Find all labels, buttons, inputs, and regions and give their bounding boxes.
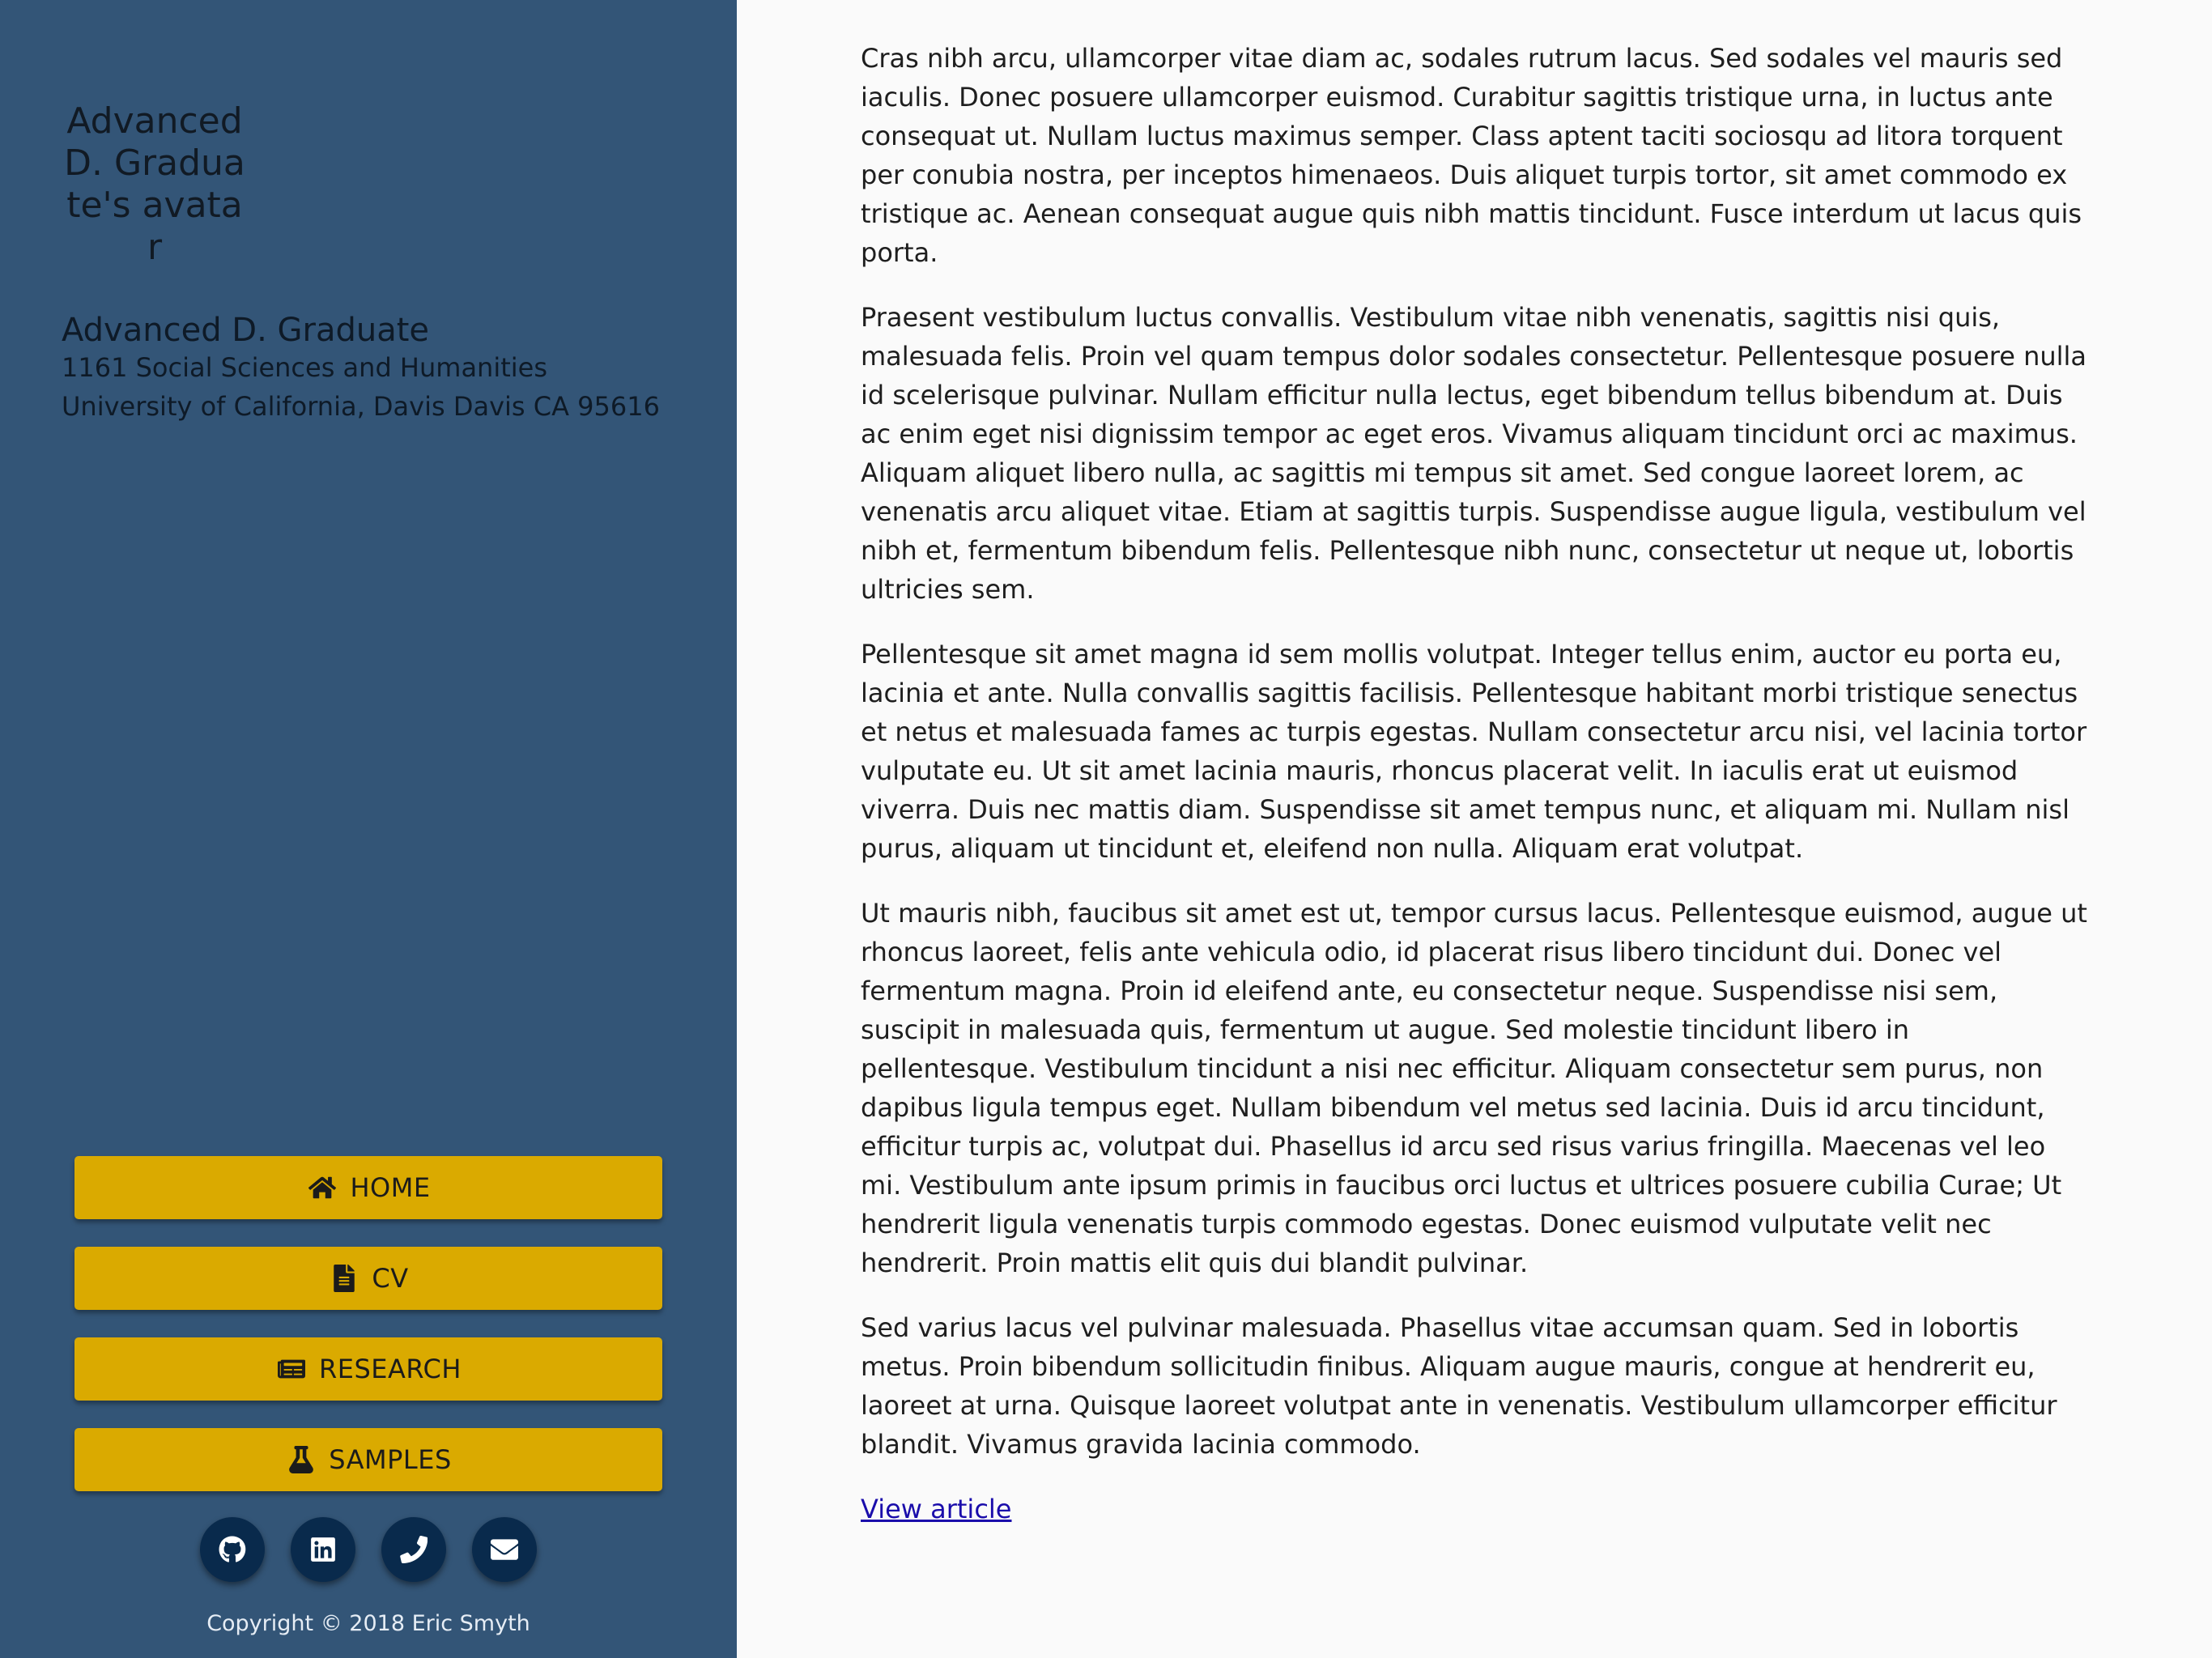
envelope-icon: [491, 1536, 518, 1563]
sidebar: Advanced D. Graduate's avatar Advanced D…: [0, 0, 737, 1658]
social-links: [0, 1517, 737, 1582]
view-article-link[interactable]: View article: [861, 1494, 1011, 1524]
github-button[interactable]: [200, 1517, 265, 1582]
nav-samples-label: SAMPLES: [329, 1444, 452, 1475]
nav-cv-label: CV: [372, 1263, 409, 1294]
profile-address: 1161 Social Sciences and Humanities Univ…: [62, 352, 660, 422]
nav-research-label: RESEARCH: [319, 1354, 462, 1384]
page: Advanced D. Graduate's avatar Advanced D…: [0, 0, 2212, 1658]
avatar: Advanced D. Graduate's avatar: [64, 100, 245, 268]
article-paragraph: Ut mauris nibh, faucibus sit amet est ut…: [861, 898, 2087, 1278]
nav-research-button[interactable]: RESEARCH: [74, 1337, 662, 1401]
main-nav: HOME CV RESEARCH SAMPLES: [74, 1156, 662, 1519]
nav-samples-button[interactable]: SAMPLES: [74, 1428, 662, 1491]
nav-home-button[interactable]: HOME: [74, 1156, 662, 1219]
flask-icon: [285, 1443, 317, 1476]
article-paragraph: Praesent vestibulum luctus convallis. Ve…: [861, 302, 2087, 605]
file-icon: [328, 1262, 360, 1295]
newspaper-icon: [275, 1353, 308, 1385]
github-icon: [219, 1536, 246, 1563]
article-paragraph: Pellentesque sit amet magna id sem molli…: [861, 639, 2087, 864]
home-icon: [306, 1171, 338, 1204]
phone-button[interactable]: [381, 1517, 446, 1582]
article-content: Cras nibh arcu, ullamcorper vitae diam a…: [861, 39, 2091, 1528]
article-paragraph: Sed varius lacus vel pulvinar malesuada.…: [861, 1312, 2057, 1460]
copyright: Copyright © 2018 Eric Smyth: [206, 1611, 530, 1636]
profile-name: Advanced D. Graduate: [62, 312, 430, 349]
article-paragraph: Cras nibh arcu, ullamcorper vitae diam a…: [861, 43, 2082, 268]
linkedin-button[interactable]: [291, 1517, 355, 1582]
email-button[interactable]: [472, 1517, 537, 1582]
linkedin-icon: [309, 1536, 337, 1563]
nav-cv-button[interactable]: CV: [74, 1247, 662, 1310]
phone-icon: [400, 1536, 428, 1563]
nav-home-label: HOME: [350, 1172, 431, 1203]
